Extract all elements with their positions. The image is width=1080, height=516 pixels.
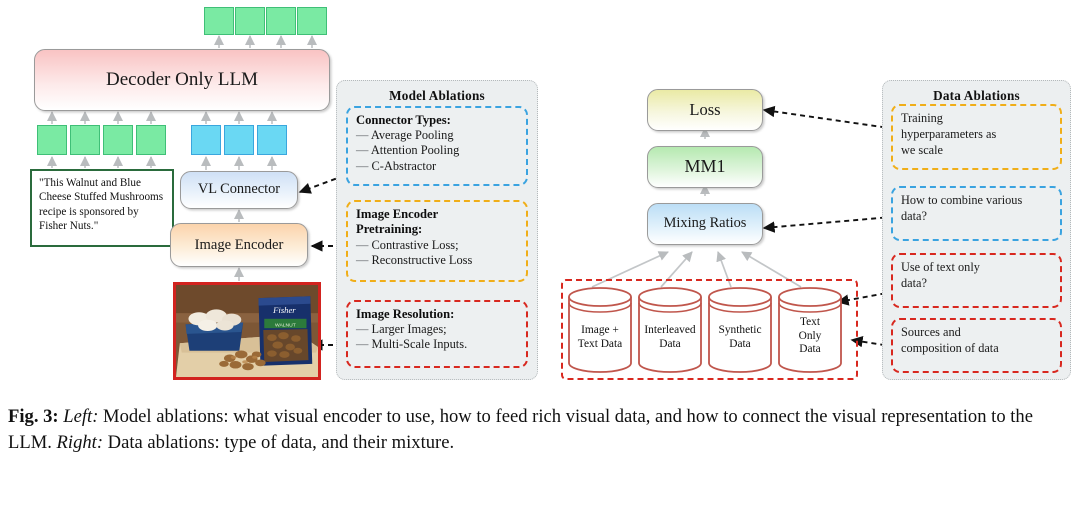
- image-token: [257, 125, 287, 155]
- card-item: — Attention Pooling: [356, 143, 460, 158]
- vl-connector-block: VL Connector: [180, 171, 298, 209]
- card-connector-types[interactable]: Connector Types: — Average Pooling — Att…: [346, 106, 528, 186]
- caption-left-tag: Left:: [63, 406, 99, 427]
- model-ablations-title: Model Ablations: [389, 88, 485, 103]
- card-heading: Image Resolution:: [356, 307, 455, 321]
- card-sources-composition[interactable]: Sources and composition of data: [891, 318, 1062, 373]
- text-prompt-label: "This Walnut and Blue Cheese Stuffed Mus…: [39, 177, 164, 232]
- output-token: [235, 7, 265, 35]
- mixing-ratios-label: Mixing Ratios: [663, 215, 747, 232]
- card-image-encoder-pretraining[interactable]: Image Encoder Pretraining: — Contrastive…: [346, 200, 528, 282]
- card-item: — Contrastive Loss;: [356, 237, 459, 252]
- decoder-only-llm-label: Decoder Only LLM: [106, 68, 258, 90]
- data-source-cylinder: Text Only Data: [777, 286, 843, 374]
- card-line: Training: [901, 111, 943, 125]
- figure-caption: Fig. 3: Left: Model ablations: what visu…: [8, 404, 1070, 456]
- data-source-cylinder: Interleaved Data: [637, 286, 703, 374]
- caption-text-part2: Data ablations: type of data, and their …: [103, 432, 455, 454]
- input-photo: Fisher WALNUT: [173, 282, 321, 380]
- loss-label: Loss: [689, 99, 721, 119]
- card-item: — Multi-Scale Inputs.: [356, 337, 468, 352]
- figure-label: Fig. 3:: [8, 406, 59, 427]
- text-prompt-box: "This Walnut and Blue Cheese Stuffed Mus…: [30, 169, 174, 247]
- card-item: — Average Pooling: [356, 128, 454, 143]
- image-encoder-label: Image Encoder: [194, 236, 284, 253]
- card-text-only-data[interactable]: Use of text only data?: [891, 253, 1062, 308]
- output-token: [297, 7, 327, 35]
- cylinder-label: Image + Text Data: [577, 324, 623, 350]
- figure-3-diagram: Decoder Only LLM "This Walnut and Blue C…: [0, 0, 1080, 398]
- cylinder-label: Synthetic Data: [718, 324, 762, 350]
- card-line: composition of data: [901, 340, 999, 355]
- data-source-cylinder: Synthetic Data: [707, 286, 773, 374]
- image-token: [191, 125, 221, 155]
- loss-block: Loss: [647, 89, 763, 131]
- image-encoder-block: Image Encoder: [170, 223, 308, 267]
- card-item: — Reconstructive Loss: [356, 252, 473, 267]
- card-line: data?: [901, 208, 927, 223]
- text-token: [70, 125, 100, 155]
- card-line: Use of text only: [901, 260, 980, 274]
- decoder-only-llm-block: Decoder Only LLM: [34, 49, 330, 111]
- text-token: [103, 125, 133, 155]
- mm1-label: MM1: [684, 156, 726, 177]
- card-line: data?: [901, 275, 927, 290]
- card-heading-line1: Image Encoder: [356, 207, 439, 221]
- text-token: [136, 125, 166, 155]
- card-line: hyperparameters as: [901, 126, 997, 141]
- vl-connector-label: VL Connector: [197, 181, 281, 198]
- card-heading-line2: Pretraining:: [356, 222, 423, 237]
- cylinder-label: Interleaved Data: [644, 324, 696, 350]
- cylinder-label: Text Only Data: [798, 316, 822, 356]
- card-line: Sources and: [901, 325, 961, 339]
- card-combine-various-data[interactable]: How to combine various data?: [891, 186, 1062, 241]
- data-ablations-title: Data Ablations: [933, 88, 1020, 103]
- card-item: — Larger Images;: [356, 322, 447, 337]
- mixing-ratios-block: Mixing Ratios: [647, 203, 763, 245]
- card-line: we scale: [901, 142, 943, 157]
- data-source-cylinder: Image + Text Data: [567, 286, 633, 374]
- mm1-block: MM1: [647, 146, 763, 188]
- output-token: [266, 7, 296, 35]
- svg-text:WALNUT: WALNUT: [275, 322, 296, 328]
- card-item: — C-Abstractor: [356, 158, 437, 173]
- card-image-resolution[interactable]: Image Resolution: — Larger Images; — Mul…: [346, 300, 528, 368]
- caption-right-tag: Right:: [56, 432, 104, 454]
- image-token: [224, 125, 254, 155]
- card-heading: Connector Types:: [356, 113, 451, 127]
- card-training-hyperparameters[interactable]: Training hyperparameters as we scale: [891, 104, 1062, 170]
- card-line: How to combine various: [901, 193, 1023, 207]
- text-token: [37, 125, 67, 155]
- photo-illustration: Fisher WALNUT: [176, 285, 318, 377]
- svg-text:Fisher: Fisher: [272, 305, 296, 315]
- output-token: [204, 7, 234, 35]
